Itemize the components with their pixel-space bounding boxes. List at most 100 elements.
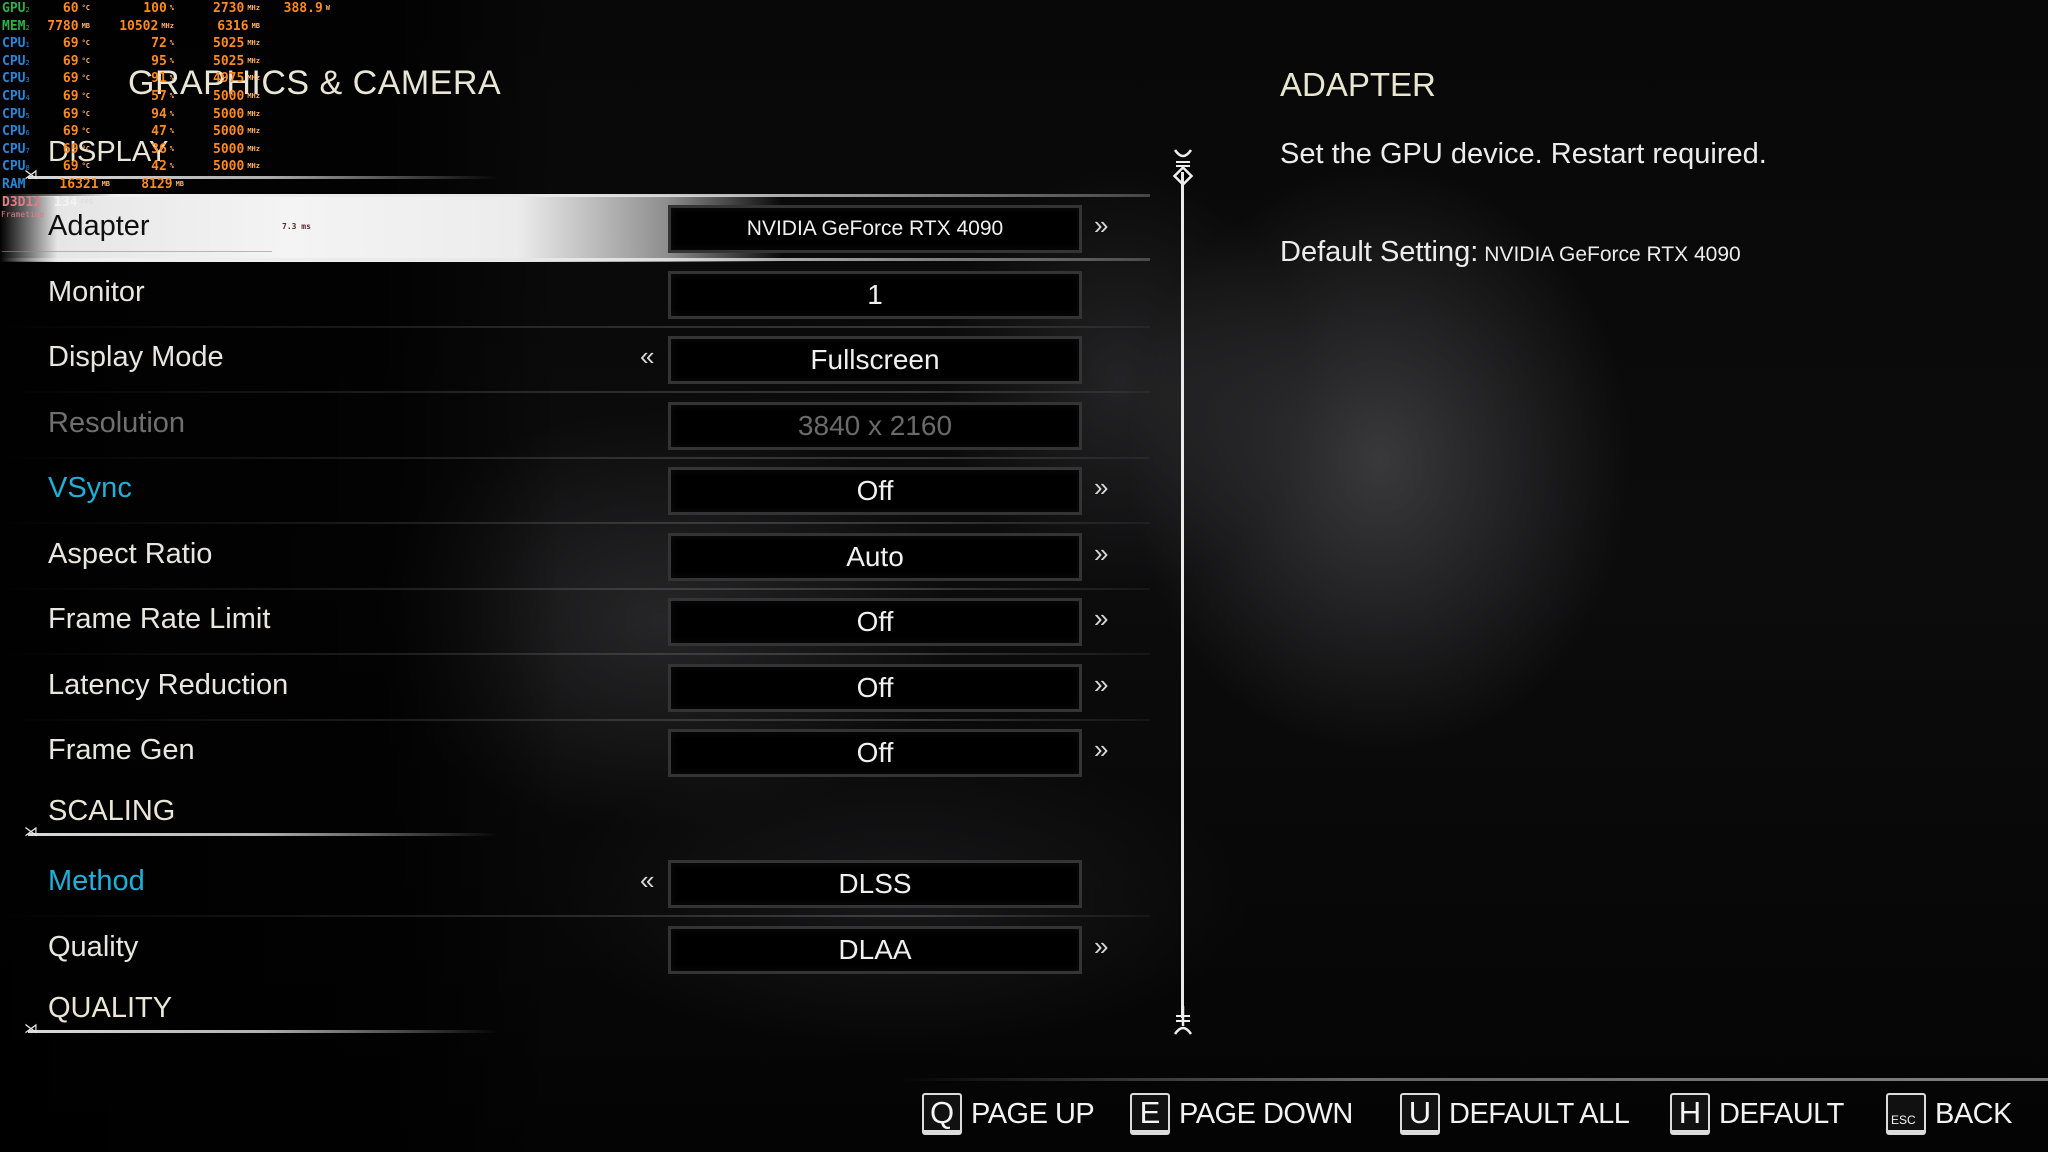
setting-label: VSync <box>48 472 132 504</box>
hud-label-sub: 2 <box>25 6 30 14</box>
hud-frametime-value: 7.3 ms <box>282 222 311 231</box>
hud-value: 95% <box>151 53 174 69</box>
hud-row-ram: RAM 16321 MB 8129 MB <box>2 176 330 194</box>
hud-label: CPU <box>2 141 26 157</box>
hud-value: 69 °C <box>62 36 90 52</box>
setting-value-selector[interactable]: DLSS <box>668 860 1082 908</box>
setting-row-frame-gen[interactable]: Frame Gen Off » <box>0 720 1150 786</box>
hud-value: 5000 MHz <box>213 141 260 157</box>
setting-value-selector[interactable]: Off <box>668 598 1082 646</box>
hud-value: 5000 MHz <box>213 159 260 175</box>
setting-label: Frame Rate Limit <box>48 603 271 635</box>
section-divider <box>28 833 498 836</box>
next-option-arrow-icon[interactable]: » <box>1094 472 1108 503</box>
setting-value-selector[interactable]: Fullscreen <box>668 336 1082 384</box>
section-header-quality: QUALITY <box>48 992 173 1024</box>
hud-value: 4975 MHz <box>213 71 260 87</box>
setting-row-display-mode[interactable]: Display Mode « Fullscreen <box>0 327 1150 393</box>
setting-row-quality[interactable]: Quality DLAA » <box>0 917 1150 983</box>
setting-value-selector[interactable]: Off <box>668 729 1082 777</box>
page-down-button[interactable]: E PAGE DOWN <box>1130 1092 1353 1136</box>
hud-value: 388.9 W <box>283 1 330 16</box>
hud-value: 91% <box>151 71 174 87</box>
next-option-arrow-icon[interactable]: » <box>1094 538 1108 569</box>
hud-label: CPU <box>2 106 26 122</box>
hud-value: 72% <box>151 36 174 52</box>
hud-row-fps: D3D12 134 FPS <box>2 194 330 212</box>
hud-label: CPU <box>2 88 26 104</box>
next-option-arrow-icon[interactable]: » <box>1094 734 1108 765</box>
setting-label: Latency Reduction <box>48 669 289 701</box>
hud-fps-value: 134 FPS <box>54 194 94 210</box>
hud-value: 42% <box>151 159 174 175</box>
hud-value: 69 °C <box>62 71 90 87</box>
hud-value: 16321 MB <box>59 176 110 192</box>
setting-value-selector[interactable]: 1 <box>668 271 1082 319</box>
setting-row-frame-rate-limit[interactable]: Frame Rate Limit Off » <box>0 589 1150 655</box>
footer-label: PAGE UP <box>971 1097 1095 1130</box>
hud-frametime-label: Frametime <box>1 210 45 219</box>
hud-value: 100% <box>143 1 174 16</box>
setting-row-method[interactable]: Method « DLSS <box>0 851 1150 917</box>
footer-label: DEFAULT <box>1719 1097 1844 1130</box>
scrollbar-track[interactable] <box>1181 172 1184 1018</box>
setting-row-monitor[interactable]: Monitor 1 <box>0 262 1150 328</box>
hud-label: D3D12 <box>2 194 42 210</box>
next-option-arrow-icon[interactable]: » <box>1094 669 1108 700</box>
hud-label: CPU <box>2 53 26 69</box>
hud-value: 69 °C <box>62 88 90 104</box>
hud-row-cpu6: CPU6 69 °C 47% 5000 MHz <box>2 124 260 140</box>
setting-label: Monitor <box>48 276 145 308</box>
setting-label: Frame Gen <box>48 734 195 766</box>
info-description: Set the GPU device. Restart required. <box>1280 138 1767 170</box>
previous-option-arrow-icon[interactable]: « <box>640 341 654 372</box>
hud-value: 69 °C <box>62 124 90 140</box>
hud-row-gpu: GPU2 60 °C 100% 2730 MHz 388.9 W <box>2 0 330 18</box>
default-setting-value: NVIDIA GeForce RTX 4090 <box>1484 243 1741 266</box>
default-button[interactable]: H DEFAULT <box>1670 1092 1844 1136</box>
hud-value: 57% <box>151 88 174 104</box>
setting-value-selector[interactable]: NVIDIA GeForce RTX 4090 <box>668 205 1082 253</box>
hud-label: CPU <box>2 71 26 87</box>
hud-value: 36% <box>151 141 174 157</box>
hud-label: CPU <box>2 124 26 140</box>
hud-label: RAM <box>2 176 26 192</box>
hud-value: 5000 MHz <box>213 124 260 140</box>
key-q-icon: Q <box>922 1093 962 1135</box>
setting-label: Display Mode <box>48 341 224 373</box>
setting-value-selector[interactable]: Off <box>668 467 1082 515</box>
hud-row-cpu5: CPU5 69 °C 94% 5000 MHz <box>2 106 260 122</box>
setting-label: Quality <box>48 931 139 963</box>
hud-value: 7780 MB <box>47 18 90 34</box>
back-button[interactable]: ESC BACK <box>1886 1092 2012 1136</box>
hud-value: 69 °C <box>62 141 90 157</box>
hud-value: 5025 MHz <box>213 53 260 69</box>
setting-row-aspect-ratio[interactable]: Aspect Ratio Auto » <box>0 524 1150 590</box>
hud-frametime-graph <box>2 245 272 252</box>
hud-value: 69 °C <box>62 106 90 122</box>
hud-row-cpu2: CPU2 69 °C 95% 5025 MHz <box>2 53 260 69</box>
info-title: ADAPTER <box>1280 66 1436 103</box>
next-option-arrow-icon[interactable]: » <box>1094 931 1108 962</box>
hud-row-mem: MEM2 7780 MB 10502 MHz 6316 MB <box>2 18 260 34</box>
next-option-arrow-icon[interactable]: » <box>1094 603 1108 634</box>
hud-row-cpu8: CPU8 69 °C 42% 5000 MHz <box>2 159 260 175</box>
page-up-button[interactable]: Q PAGE UP <box>922 1092 1095 1136</box>
hud-value: 5000 MHz <box>213 88 260 104</box>
setting-row-latency-reduction[interactable]: Latency Reduction Off » <box>0 655 1150 721</box>
section-divider-icon: ⋊ <box>24 1020 38 1036</box>
footer-divider <box>900 1078 2048 1081</box>
setting-row-resolution[interactable]: Resolution 3840 x 2160 <box>0 393 1150 459</box>
setting-row-vsync[interactable]: VSync Off » <box>0 458 1150 524</box>
setting-value-selector[interactable]: DLAA <box>668 926 1082 974</box>
default-all-button[interactable]: U DEFAULT ALL <box>1400 1092 1630 1136</box>
next-option-arrow-icon[interactable]: » <box>1094 210 1108 241</box>
setting-value-selector[interactable]: Off <box>668 664 1082 712</box>
previous-option-arrow-icon[interactable]: « <box>640 865 654 896</box>
setting-label: Aspect Ratio <box>48 538 213 570</box>
section-divider-icon: ⋊ <box>24 823 38 839</box>
hud-value: 94% <box>151 106 174 122</box>
hud-value: 10502 MHz <box>119 18 174 34</box>
setting-value-selector[interactable]: Auto <box>668 533 1082 581</box>
footer-label: DEFAULT ALL <box>1449 1097 1630 1130</box>
